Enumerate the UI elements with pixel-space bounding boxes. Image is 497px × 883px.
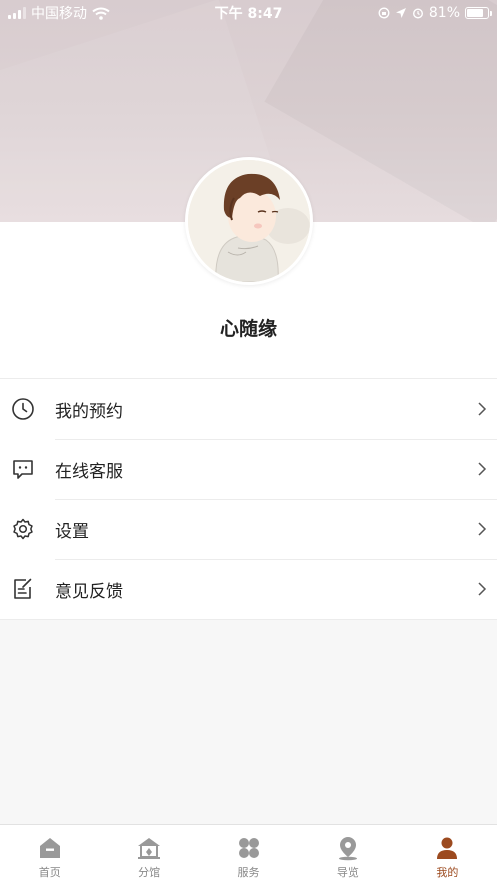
menu-item-settings[interactable]: 设置 <box>0 499 497 559</box>
menu-item-label: 在线客服 <box>55 461 123 482</box>
avatar[interactable] <box>185 157 313 285</box>
tab-bar: 首页 分馆 服务 导览 我的 <box>0 824 497 883</box>
signal-icon <box>8 7 26 19</box>
chevron-right-icon <box>478 582 487 596</box>
menu-item-online-service[interactable]: 在线客服 <box>0 439 497 499</box>
alarm-icon <box>412 8 423 19</box>
tab-services[interactable]: 服务 <box>199 825 298 883</box>
status-bar: 中国移动 下午 8:47 81% <box>0 0 497 26</box>
tab-mine[interactable]: 我的 <box>398 825 497 883</box>
menu-item-appointments[interactable]: 我的预约 <box>0 379 497 439</box>
tab-label: 分馆 <box>138 866 161 879</box>
clock-icon <box>12 398 34 420</box>
chevron-right-icon <box>478 462 487 476</box>
tab-label: 导览 <box>336 866 359 879</box>
home-icon <box>39 838 60 858</box>
grid-icon <box>238 838 259 858</box>
wifi-icon <box>92 7 110 20</box>
feedback-icon <box>14 578 32 599</box>
chevron-right-icon <box>478 402 487 416</box>
carrier-label: 中国移动 <box>31 6 87 22</box>
location-icon <box>338 837 357 861</box>
username: 心随缘 <box>219 318 277 340</box>
battery-percent: 81% <box>428 5 460 21</box>
gear-icon <box>13 518 33 540</box>
menu-item-label: 我的预约 <box>55 401 123 422</box>
tab-label: 我的 <box>436 866 459 879</box>
building-icon <box>138 838 161 859</box>
location-arrow-icon <box>395 8 406 18</box>
menu-item-label: 意见反馈 <box>55 581 123 602</box>
menu-item-feedback[interactable]: 意见反馈 <box>0 559 497 619</box>
rotation-lock-icon <box>378 7 390 19</box>
tab-home[interactable]: 首页 <box>0 825 99 883</box>
avatar-illustration <box>188 160 310 282</box>
tab-branch[interactable]: 分馆 <box>99 825 198 883</box>
tab-label: 服务 <box>237 866 260 879</box>
battery-icon <box>465 7 492 19</box>
chat-icon <box>13 460 33 479</box>
tab-guide[interactable]: 导览 <box>298 825 397 883</box>
person-icon <box>437 837 458 859</box>
menu-item-label: 设置 <box>55 521 89 542</box>
chevron-right-icon <box>478 522 487 536</box>
menu-list: 我的预约 在线客服 设置 意见反馈 <box>0 378 497 620</box>
tab-label: 首页 <box>38 866 61 879</box>
